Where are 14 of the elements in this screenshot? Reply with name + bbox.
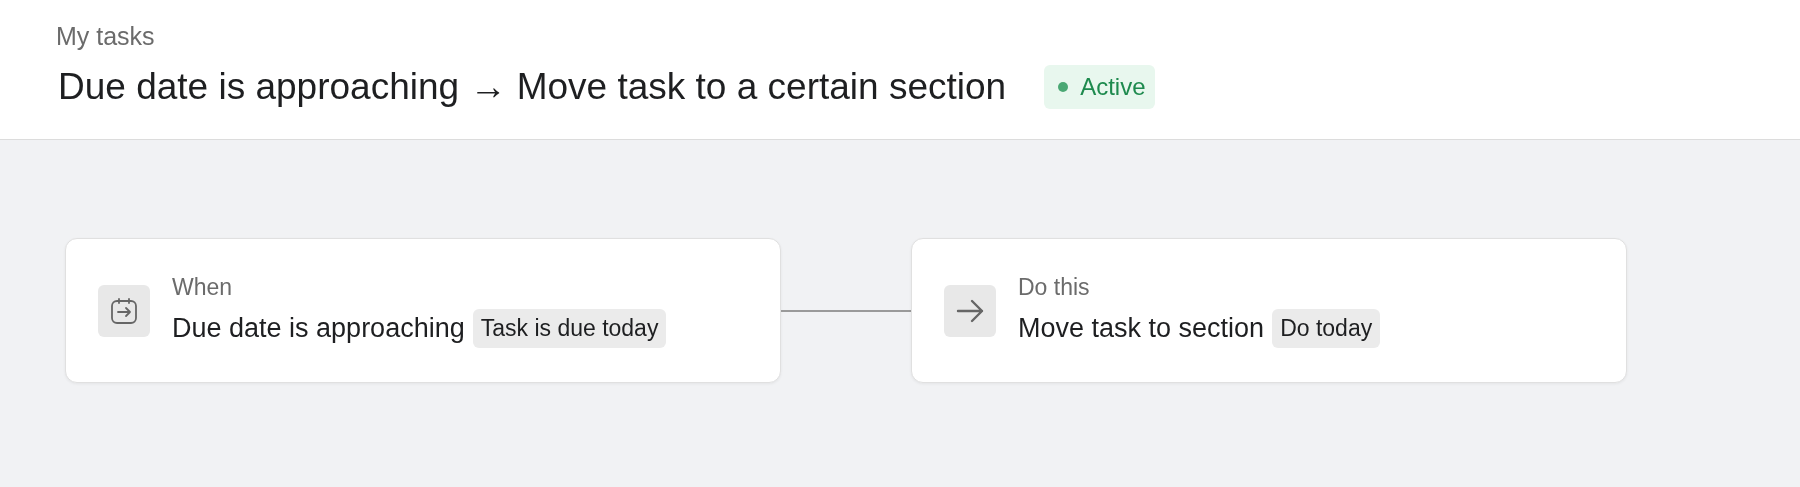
- calendar-arrow-icon: [109, 295, 139, 326]
- step-description: Due date is approaching: [172, 312, 465, 344]
- step-card[interactable]: When Due date is approaching Task is due today: [65, 238, 781, 383]
- status-dot: [1058, 82, 1069, 92]
- rule-title: Due date is approaching → Move task to a certain section: [58, 66, 1007, 108]
- breadcrumb[interactable]: My tasks: [56, 22, 155, 51]
- step-card[interactable]: Do this Move task to section Do today: [911, 238, 1627, 383]
- step-tag[interactable]: Task is due today: [472, 308, 667, 348]
- arrow-right-icon: [955, 297, 985, 324]
- step-label: Do this: [1018, 273, 1090, 301]
- status-label: Active: [1080, 73, 1146, 101]
- step-label: When: [172, 273, 233, 301]
- step-description: Move task to section: [1018, 312, 1265, 344]
- step-tag[interactable]: Do today: [1272, 308, 1381, 348]
